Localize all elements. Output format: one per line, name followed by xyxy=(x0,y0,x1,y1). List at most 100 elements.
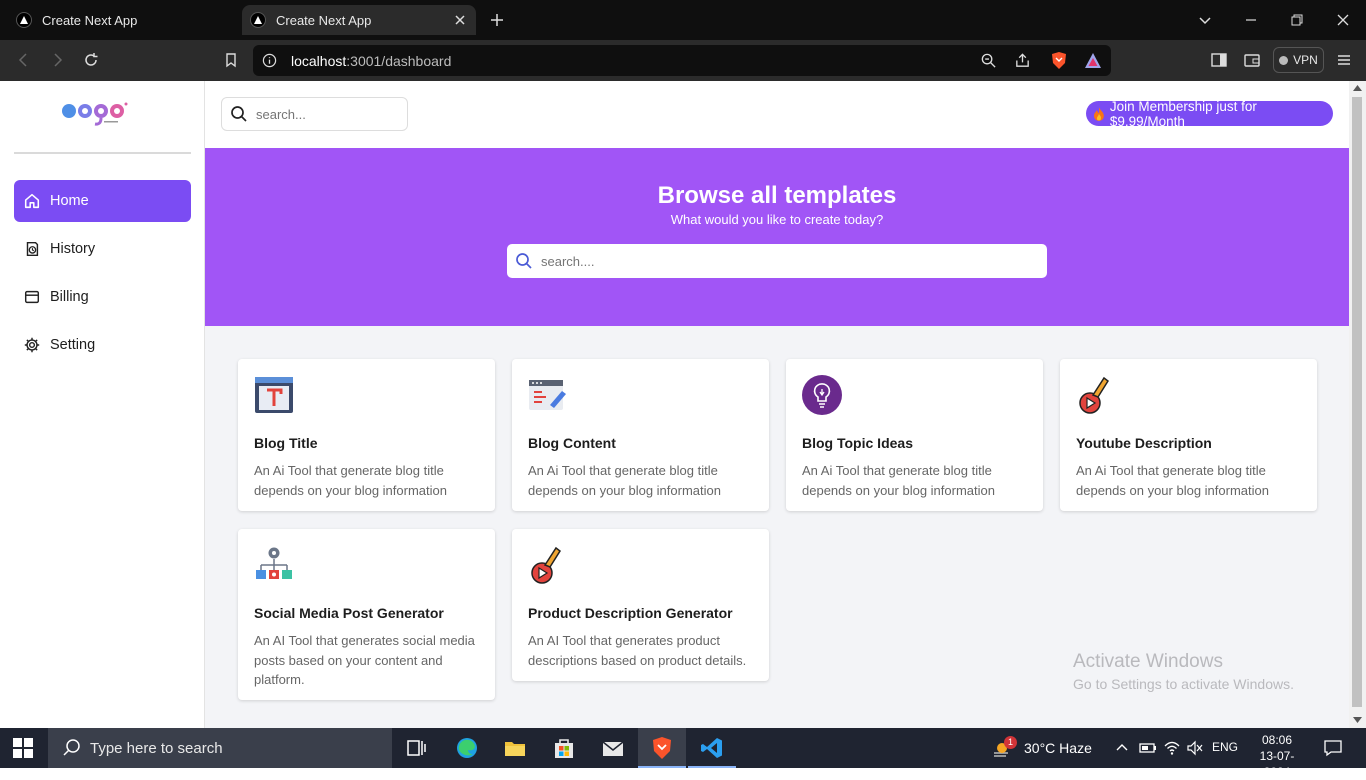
watermark-subtitle: Go to Settings to activate Windows. xyxy=(1073,676,1294,692)
template-description: An AI Tool that generates product descri… xyxy=(528,633,747,668)
sidebar-item-billing[interactable]: Billing xyxy=(14,276,191,318)
sidebar-toggle-icon[interactable] xyxy=(1209,50,1229,70)
taskbar-clock[interactable]: 08:06 13-07-2024 xyxy=(1252,732,1302,780)
brave-browser-icon xyxy=(653,737,671,759)
brave-rewards-icon[interactable] xyxy=(1084,52,1102,69)
template-title: Youtube Description xyxy=(1076,435,1212,451)
share-icon[interactable] xyxy=(1014,52,1031,69)
sidebar-item-label: Home xyxy=(50,193,89,209)
page-scrollbar[interactable] xyxy=(1349,81,1366,728)
vpn-label: VPN xyxy=(1293,53,1318,67)
dashboard-page: Home History Billing Setting Join Member… xyxy=(0,81,1366,728)
browser-tab-active[interactable]: Create Next App xyxy=(242,5,476,35)
sidebar-item-setting[interactable]: Setting xyxy=(14,324,191,366)
template-description: An AI Tool that generates social media p… xyxy=(254,633,475,687)
membership-button[interactable]: Join Membership just for $9.99/Month xyxy=(1086,99,1333,129)
forward-icon[interactable] xyxy=(47,50,67,70)
mail-icon[interactable] xyxy=(601,736,625,760)
tab-search-chevron-icon[interactable] xyxy=(1195,10,1215,30)
scrollbar-thumb[interactable] xyxy=(1352,97,1362,707)
language-indicator[interactable]: ENG xyxy=(1212,740,1238,754)
browser-tab[interactable]: Create Next App xyxy=(8,5,233,35)
bookmark-icon[interactable] xyxy=(221,50,241,70)
scroll-down-icon[interactable] xyxy=(1353,717,1362,723)
hero-subtitle: What would you like to create today? xyxy=(670,212,884,227)
url-host: localhost xyxy=(291,52,347,69)
sidebar: Home History Billing Setting xyxy=(0,81,205,728)
fire-icon xyxy=(1093,106,1104,121)
taskbar-brave-active[interactable] xyxy=(638,728,686,768)
volume-muted-icon[interactable] xyxy=(1186,740,1204,756)
windows-taskbar: Type here to search 1 30°C Haze ENG 08:0… xyxy=(0,728,1366,779)
file-explorer-icon[interactable] xyxy=(503,736,527,760)
chevron-up-icon[interactable] xyxy=(1114,740,1130,756)
header-search-box[interactable] xyxy=(221,97,408,131)
template-card-blog-title[interactable]: Blog Title An Ai Tool that generate blog… xyxy=(238,359,495,511)
sidebar-item-history[interactable]: History xyxy=(14,228,191,270)
wifi-icon[interactable] xyxy=(1163,740,1181,756)
battery-icon[interactable] xyxy=(1139,740,1157,756)
sidebar-item-label: History xyxy=(50,241,96,257)
pen-play-icon xyxy=(531,546,562,584)
task-view-icon[interactable] xyxy=(404,736,428,760)
template-search-box[interactable] xyxy=(507,244,1047,278)
address-bar[interactable]: localhost:3001/dashboard xyxy=(253,45,1111,76)
template-description: An Ai Tool that generate blog title depe… xyxy=(802,463,995,498)
wallet-icon[interactable] xyxy=(1242,50,1262,70)
zoom-icon[interactable] xyxy=(980,52,997,69)
browser-tab-bar: Create Next App Create Next App xyxy=(0,0,1366,40)
edit-window-icon xyxy=(529,380,566,410)
tab-title: Create Next App xyxy=(276,12,372,28)
brave-shield-icon[interactable] xyxy=(1050,51,1068,70)
gear-icon xyxy=(24,337,40,353)
search-icon xyxy=(516,253,532,269)
back-icon[interactable] xyxy=(14,50,34,70)
text-window-icon xyxy=(255,377,293,413)
close-tab-icon[interactable] xyxy=(452,12,468,28)
template-description: An Ai Tool that generate blog title depe… xyxy=(254,463,447,498)
billing-icon xyxy=(24,290,40,304)
history-icon xyxy=(26,241,39,257)
template-description: An Ai Tool that generate blog title depe… xyxy=(528,463,721,498)
weather-badge: 1 xyxy=(1004,736,1017,749)
vpn-button[interactable]: VPN xyxy=(1273,47,1324,73)
template-card-product-description[interactable]: Product Description Generator An AI Tool… xyxy=(512,529,769,681)
vscode-icon xyxy=(701,738,722,758)
hero-title: Browse all templates xyxy=(657,182,897,209)
template-card-youtube-description[interactable]: Youtube Description An Ai Tool that gene… xyxy=(1060,359,1317,511)
edge-browser-icon[interactable] xyxy=(455,736,479,760)
windows-start-icon[interactable] xyxy=(13,738,33,758)
minimize-icon[interactable] xyxy=(1241,10,1261,30)
template-title: Blog Title xyxy=(254,435,318,451)
search-icon xyxy=(63,739,80,756)
restore-icon[interactable] xyxy=(1287,10,1307,30)
scroll-up-icon[interactable] xyxy=(1353,85,1362,91)
header-search-input[interactable] xyxy=(256,106,396,122)
template-description: An Ai Tool that generate blog title depe… xyxy=(1076,463,1269,498)
template-title: Blog Topic Ideas xyxy=(802,435,913,451)
reload-icon[interactable] xyxy=(81,50,101,70)
template-card-blog-topic-ideas[interactable]: Blog Topic Ideas An Ai Tool that generat… xyxy=(786,359,1043,511)
microsoft-store-icon[interactable] xyxy=(552,736,576,760)
home-icon xyxy=(24,193,40,209)
nextjs-favicon-icon xyxy=(16,12,32,28)
top-header: Join Membership just for $9.99/Month xyxy=(205,81,1349,148)
watermark-title: Activate Windows xyxy=(1073,651,1223,672)
site-info-icon[interactable] xyxy=(262,53,277,68)
sidebar-item-home[interactable]: Home xyxy=(14,180,191,222)
template-search-input[interactable] xyxy=(541,253,1021,269)
menu-icon[interactable] xyxy=(1334,50,1354,70)
notification-icon[interactable] xyxy=(1323,738,1343,758)
close-window-icon[interactable] xyxy=(1333,10,1353,30)
lightbulb-icon xyxy=(802,375,842,415)
taskbar-search-placeholder: Type here to search xyxy=(90,739,223,757)
template-card-blog-content[interactable]: Blog Content An Ai Tool that generate bl… xyxy=(512,359,769,511)
taskbar-search[interactable]: Type here to search xyxy=(48,728,392,768)
vpn-status-icon xyxy=(1279,55,1289,65)
app-logo xyxy=(62,102,128,126)
template-title: Blog Content xyxy=(528,435,616,451)
weather-label[interactable]: 30°C Haze xyxy=(1024,740,1092,756)
new-tab-icon[interactable] xyxy=(488,11,506,29)
template-card-social-media-post[interactable]: Social Media Post Generator An AI Tool t… xyxy=(238,529,495,700)
taskbar-vscode[interactable] xyxy=(688,728,736,768)
